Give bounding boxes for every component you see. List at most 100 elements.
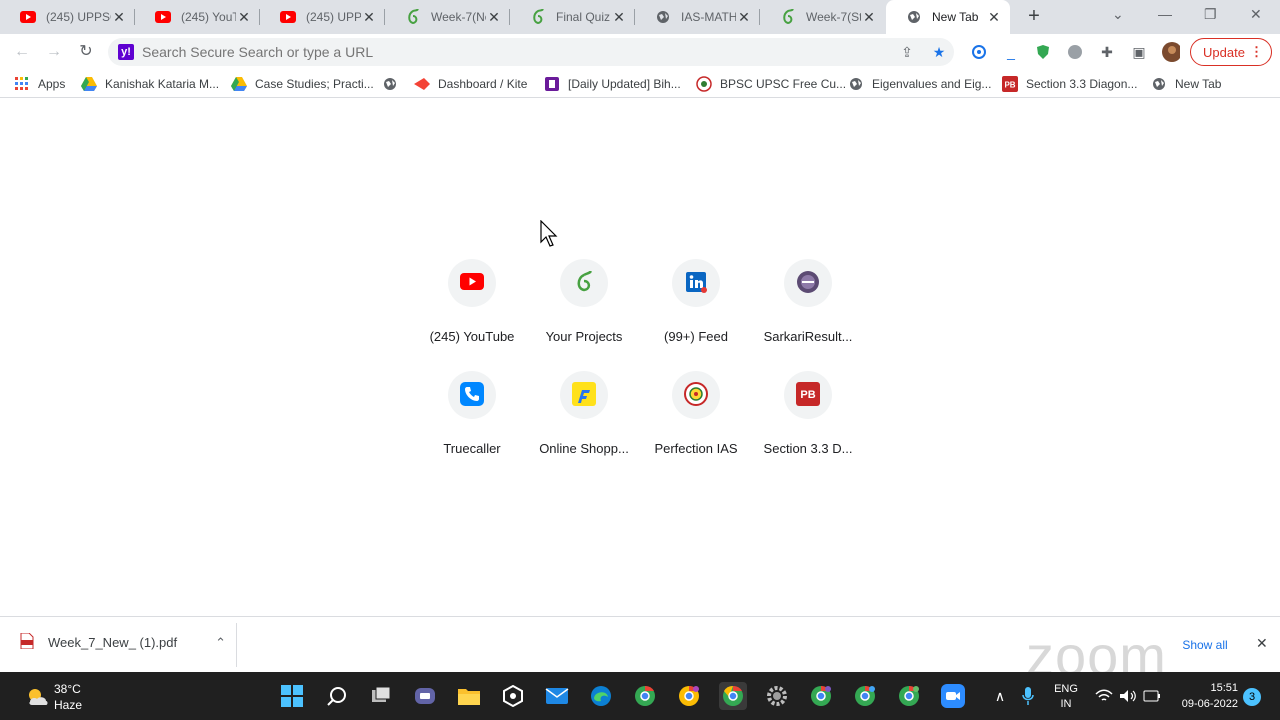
mail-icon[interactable] [543, 682, 571, 710]
window-close-icon[interactable]: ✕ [1250, 6, 1262, 23]
tab-search-icon[interactable]: ⌄ [1112, 6, 1124, 23]
forward-icon[interactable]: → [44, 42, 64, 62]
microphone-icon[interactable] [1014, 682, 1042, 710]
close-icon[interactable]: ✕ [361, 9, 377, 25]
minimize-icon[interactable]: — [1158, 6, 1172, 22]
extension-download-icon[interactable]: _ [1002, 43, 1020, 61]
shortcut-section-3-3[interactable]: PB Section 3.3 D... [752, 371, 864, 471]
bookmark-kite[interactable]: Dashboard / Kite [414, 75, 527, 93]
tab-0[interactable]: (245) UPPSC ✕ [0, 0, 135, 34]
new-tab-button[interactable]: + [1024, 6, 1044, 28]
restore-icon[interactable]: ❐ [1204, 6, 1217, 23]
task-view-icon[interactable] [367, 682, 395, 710]
show-all-button[interactable]: Show all [1168, 631, 1242, 659]
tab-strip: (245) UPPSC ✕ (245) YouTube ✕ (245) UPPC… [0, 0, 1280, 34]
youtube-icon [460, 273, 484, 293]
back-icon[interactable]: ← [12, 42, 32, 62]
share-icon[interactable]: ⇪ [898, 43, 916, 61]
close-icon[interactable]: ✕ [736, 9, 752, 25]
shortcut-label: (99+) Feed [664, 329, 728, 344]
clock-time[interactable]: 15:51 [1168, 682, 1238, 694]
omnibox[interactable]: y! [108, 38, 954, 66]
google-drive-icon [231, 76, 247, 92]
bookmark-globe[interactable] [382, 75, 406, 93]
taskbar: 38°C Haze ∧ ENG IN 15:51 09-06-2022 3 [0, 672, 1280, 720]
bookmark-new-tab[interactable]: New Tab [1151, 75, 1221, 93]
close-icon[interactable]: ✕ [1256, 635, 1268, 652]
tab-4[interactable]: Final Quiz - ✕ [510, 0, 635, 34]
weather-icon[interactable] [24, 682, 52, 710]
teams-chat-icon[interactable] [411, 682, 439, 710]
tab-2[interactable]: (245) UPPCS ✕ [260, 0, 385, 34]
language-indicator[interactable]: ENG [1050, 683, 1082, 695]
settings-gear-icon[interactable] [763, 682, 791, 710]
close-icon[interactable]: ✕ [486, 9, 502, 25]
shortcut-label: Perfection IAS [654, 441, 738, 456]
shortcut-perfection-ias[interactable]: Perfection IAS [640, 371, 752, 471]
windows-start-icon[interactable] [278, 682, 306, 710]
chrome-active-icon[interactable] [719, 682, 747, 710]
shield-icon[interactable] [1034, 43, 1052, 61]
tab-title: Week-7(Sta [806, 10, 861, 24]
bookmark-daily-updated[interactable]: [Daily Updated] Bih... [544, 75, 681, 93]
notification-badge[interactable]: 3 [1243, 688, 1261, 706]
bookmark-bpsc[interactable]: BPSC UPSC Free Cu... [696, 75, 846, 93]
chrome-icon[interactable] [675, 682, 703, 710]
chrome-icon[interactable] [631, 682, 659, 710]
tab-title: (245) YouTube [181, 10, 236, 24]
app-icon[interactable] [499, 682, 527, 710]
shortcut-linkedin-feed[interactable]: (99+) Feed [640, 259, 752, 359]
address-input[interactable] [142, 44, 842, 60]
search-icon[interactable] [323, 682, 351, 710]
close-icon[interactable]: ✕ [111, 9, 127, 25]
tab-6[interactable]: Week-7(Sta ✕ [760, 0, 885, 34]
chrome-profile-icon[interactable] [895, 682, 923, 710]
update-button[interactable]: Update ⋮ [1190, 38, 1272, 66]
bookmark-apps[interactable]: Apps [14, 75, 65, 93]
bookmark-purple-icon [544, 76, 560, 92]
extensions-puzzle-icon[interactable]: ✚ [1098, 43, 1116, 61]
bookmarks-bar: Apps Kanishak Kataria M... Case Studies;… [0, 70, 1280, 98]
shortcut-your-projects[interactable]: Your Projects [528, 259, 640, 359]
shortcut-youtube[interactable]: (245) YouTube [416, 259, 528, 359]
globe-icon [906, 9, 922, 25]
menu-dots-icon: ⋮ [1250, 44, 1263, 59]
chevron-up-icon[interactable]: ∧ [986, 682, 1014, 710]
file-explorer-icon[interactable] [455, 682, 483, 710]
bookmark-case-studies[interactable]: Case Studies; Practi... [231, 75, 374, 93]
avatar[interactable] [1162, 42, 1180, 62]
lens-extension-icon[interactable] [970, 43, 988, 61]
chevron-up-icon[interactable]: ⌃ [215, 635, 226, 651]
bookmark-section-3-3[interactable]: PB Section 3.3 Diagon... [1002, 75, 1137, 93]
youtube-icon [20, 9, 36, 25]
close-icon[interactable]: ✕ [861, 9, 877, 25]
tab-1[interactable]: (245) YouTube ✕ [135, 0, 260, 34]
bookmark-kanishak[interactable]: Kanishak Kataria M... [81, 75, 219, 93]
close-icon[interactable]: ✕ [986, 9, 1002, 25]
zoom-app-icon[interactable] [939, 682, 967, 710]
vpn-globe-icon[interactable] [1066, 43, 1084, 61]
battery-icon[interactable] [1138, 682, 1166, 710]
edge-icon[interactable] [587, 682, 615, 710]
shortcut-sarkari-result[interactable]: SarkariResult... [752, 259, 864, 359]
tab-7-active[interactable]: New Tab ✕ [886, 0, 1010, 34]
google-drive-icon [81, 76, 97, 92]
download-bar: Week_7_New_ (1).pdf ⌃ zoom Show all ✕ [0, 616, 1280, 687]
bookmark-star-icon[interactable]: ★ [930, 43, 948, 61]
chrome-profile-icon[interactable] [851, 682, 879, 710]
close-icon[interactable]: ✕ [611, 9, 627, 25]
bookmark-eigenvalues[interactable]: Eigenvalues and Eig... [848, 75, 991, 93]
tab-5[interactable]: IAS-MATHS ✕ [635, 0, 760, 34]
chrome-profile-icon[interactable] [807, 682, 835, 710]
pb-icon: PB [796, 381, 820, 409]
download-item[interactable]: Week_7_New_ (1).pdf ⌃ [20, 632, 226, 652]
youtube-icon [155, 9, 171, 25]
tab-3[interactable]: Week-7(New ✕ [385, 0, 510, 34]
close-icon[interactable]: ✕ [236, 9, 252, 25]
shortcut-truecaller[interactable]: Truecaller [416, 371, 528, 471]
shortcut-online-shopping[interactable]: Online Shopp... [528, 371, 640, 471]
reload-icon[interactable]: ↻ [76, 42, 96, 62]
tab-title: (245) UPPSC [46, 10, 111, 24]
side-panel-icon[interactable]: ▣ [1130, 43, 1148, 61]
search-engine-icon: y! [118, 44, 134, 60]
